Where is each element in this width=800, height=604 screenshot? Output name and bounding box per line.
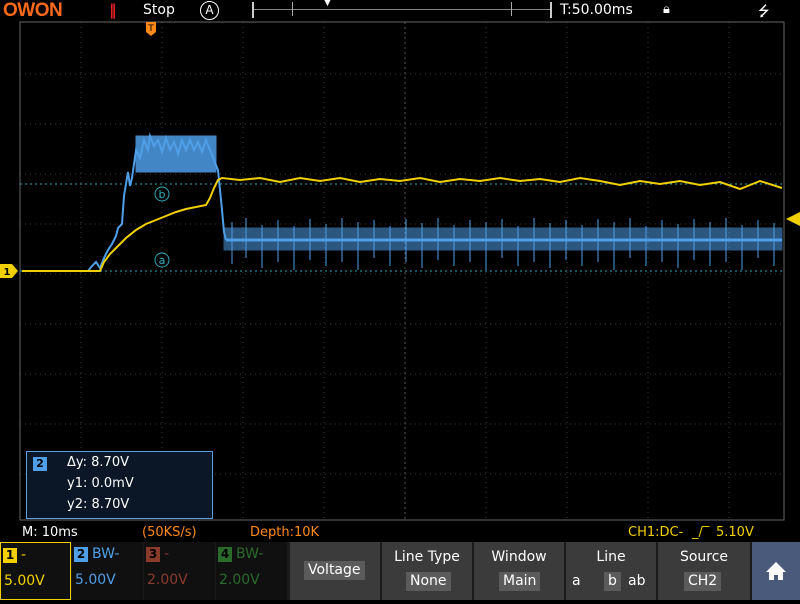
ch2-volts-div: 5.00V bbox=[75, 572, 116, 588]
ch3-volts-div: 2.00V bbox=[147, 572, 188, 588]
measurement-channel-badge: 2 bbox=[33, 457, 47, 471]
top-status-bar: OWON ‖ Stop A ▼ T:50.00ms 🔒︎ ⭍ bbox=[0, 0, 800, 21]
trigger-source-readout: CH1:DC- bbox=[628, 525, 684, 540]
y1-readout: y1: 0.0mV bbox=[67, 476, 134, 491]
ch2-trace bbox=[22, 132, 783, 272]
source-menu-button[interactable]: Source CH2 bbox=[658, 542, 750, 600]
sample-rate-readout: (50KS/s) bbox=[142, 525, 197, 540]
cursor-b-label: b bbox=[154, 186, 170, 202]
svg-text:T: T bbox=[147, 24, 154, 34]
acquisition-status-line: M: 10ms (50KS/s) Depth:10K CH1:DC- _/‾ 5… bbox=[0, 522, 800, 542]
window-label: Window bbox=[491, 549, 547, 565]
ch1-settings[interactable]: 1 - 5.00V bbox=[0, 542, 71, 600]
time-position: T:50.00ms bbox=[560, 2, 633, 18]
line-label: Line bbox=[596, 549, 626, 565]
cursor-a-label: a bbox=[154, 252, 170, 268]
svg-text:a: a bbox=[159, 254, 166, 267]
trigger-mode-badge: A bbox=[200, 1, 219, 20]
ch4-settings[interactable]: 4 BW- 2.00V bbox=[216, 542, 287, 600]
trigger-level-marker bbox=[786, 212, 800, 226]
line-option-b[interactable]: b bbox=[604, 572, 621, 591]
ch1-number: 1 bbox=[3, 548, 17, 563]
ch3-number: 3 bbox=[146, 547, 160, 562]
y2-readout: y2: 8.70V bbox=[67, 497, 130, 512]
ch1-ground-marker: 1 bbox=[0, 264, 18, 278]
ch2-coupling: BW- bbox=[92, 546, 120, 562]
source-value: CH2 bbox=[684, 572, 722, 591]
trigger-point-icon: ▼ bbox=[324, 0, 331, 8]
cursor-measurement-panel: 2 Δy: 8.70V y1: 0.0mV y2: 8.70V bbox=[26, 451, 213, 519]
line-option-ab[interactable]: ab bbox=[624, 572, 649, 591]
ch4-volts-div: 2.00V bbox=[219, 572, 260, 588]
trigger-slope-icon: _/‾ bbox=[692, 525, 710, 540]
delta-y-readout: Δy: 8.70V bbox=[67, 455, 129, 470]
ch2-settings[interactable]: 2 BW- 5.00V bbox=[72, 542, 143, 600]
window-value: Main bbox=[499, 572, 541, 591]
window-menu-button[interactable]: Window Main bbox=[474, 542, 564, 600]
bottom-menu-bar: 1 - 5.00V 2 BW- 5.00V 3 - 2.00V 4 BW- 2.… bbox=[0, 542, 800, 600]
ch4-coupling: BW- bbox=[236, 546, 264, 562]
trigger-position-marker: T bbox=[146, 22, 156, 36]
voltage-menu-button[interactable]: Voltage bbox=[290, 542, 380, 600]
ch2-number: 2 bbox=[74, 547, 88, 562]
pause-icon: ‖ bbox=[109, 1, 117, 19]
line-type-label: Line Type bbox=[394, 549, 460, 565]
lock-icon: 🔒︎ bbox=[663, 2, 670, 17]
brand-logo: OWON bbox=[3, 0, 63, 21]
ch3-coupling: - bbox=[164, 546, 170, 562]
home-icon bbox=[766, 562, 786, 580]
ch3-settings[interactable]: 3 - 2.00V bbox=[144, 542, 215, 600]
line-menu-button[interactable]: Line a b ab bbox=[566, 542, 656, 600]
line-option-a[interactable]: a bbox=[568, 572, 585, 591]
svg-text:1: 1 bbox=[4, 267, 11, 278]
voltage-label: Voltage bbox=[304, 561, 365, 580]
line-type-menu-button[interactable]: Line Type None bbox=[382, 542, 472, 600]
ch1-volts-div: 5.00V bbox=[4, 573, 45, 589]
ch1-coupling: - bbox=[21, 547, 27, 563]
svg-text:b: b bbox=[159, 188, 166, 201]
timebase-readout: M: 10ms bbox=[22, 525, 78, 540]
home-button[interactable] bbox=[752, 542, 800, 600]
source-label: Source bbox=[679, 549, 729, 565]
run-state[interactable]: Stop bbox=[143, 2, 175, 18]
ch4-number: 4 bbox=[218, 547, 232, 562]
usb-icon: ⭍ bbox=[758, 4, 770, 20]
line-type-value: None bbox=[406, 572, 451, 591]
memory-position-bar: ▼ bbox=[252, 0, 552, 18]
trigger-level-readout: 5.10V bbox=[716, 525, 754, 540]
memory-depth-readout: Depth:10K bbox=[250, 525, 320, 540]
